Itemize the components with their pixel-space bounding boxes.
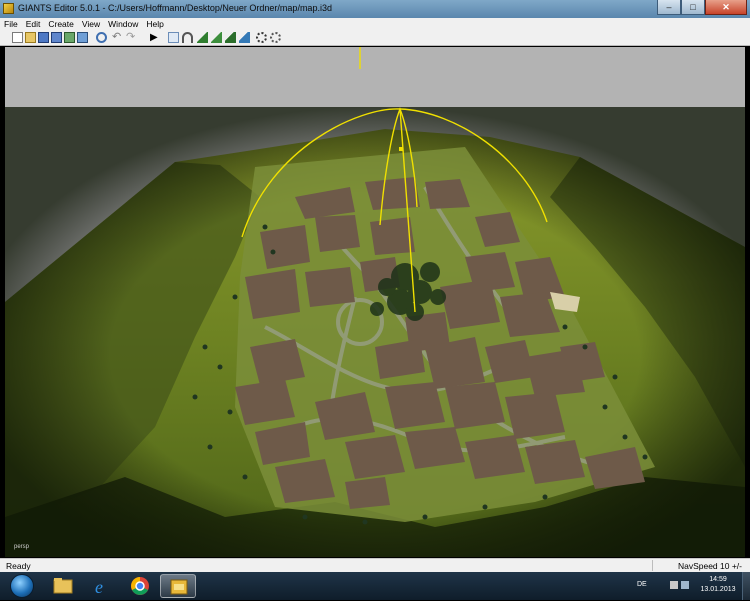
menu-window[interactable]: Window bbox=[104, 18, 142, 30]
start-button[interactable] bbox=[10, 574, 34, 598]
3d-viewport[interactable]: persp bbox=[5, 47, 745, 557]
giants-editor-icon bbox=[170, 579, 188, 595]
status-text: Ready bbox=[6, 561, 31, 571]
menu-view[interactable]: View bbox=[78, 18, 104, 30]
minimize-button[interactable]: – bbox=[657, 0, 681, 15]
network-icon[interactable] bbox=[681, 581, 689, 589]
clock[interactable]: 14:59 13.01.2013 bbox=[697, 575, 739, 595]
chrome-icon bbox=[131, 577, 149, 595]
language-indicator[interactable]: DE bbox=[637, 581, 647, 588]
menu-edit[interactable]: Edit bbox=[22, 18, 45, 30]
close-button[interactable]: ✕ bbox=[705, 0, 747, 15]
redo-icon[interactable]: ↷ bbox=[126, 32, 137, 43]
select-icon[interactable] bbox=[168, 32, 179, 43]
giants-editor-app-icon[interactable] bbox=[3, 3, 14, 14]
placement-icon[interactable] bbox=[239, 32, 250, 43]
open-icon[interactable] bbox=[25, 32, 36, 43]
toolbar: ↶ ↷ ▶ bbox=[0, 30, 750, 46]
title-bar: GIANTS Editor 5.0.1 - C:/Users/Hoffmann/… bbox=[0, 0, 750, 18]
save-icon[interactable] bbox=[38, 32, 49, 43]
show-desktop-button[interactable] bbox=[742, 572, 750, 600]
google-chrome-button[interactable] bbox=[122, 574, 158, 598]
save-as-icon[interactable] bbox=[51, 32, 62, 43]
undo-icon[interactable]: ↶ bbox=[112, 32, 123, 43]
play-icon[interactable]: ▶ bbox=[150, 32, 161, 43]
status-divider bbox=[652, 560, 653, 571]
terrain-sculpt-icon[interactable] bbox=[197, 32, 208, 43]
status-bar: Ready NavSpeed 10 +/- bbox=[0, 558, 750, 572]
menu-help[interactable]: Help bbox=[142, 18, 167, 30]
windows-explorer-button[interactable] bbox=[45, 574, 81, 598]
svg-text:e: e bbox=[95, 577, 103, 597]
gizmo-pivot[interactable] bbox=[399, 147, 403, 151]
reload-icon[interactable] bbox=[96, 32, 107, 43]
internet-explorer-icon: e bbox=[95, 577, 103, 597]
giants-editor-button[interactable] bbox=[160, 574, 196, 598]
terrain-paint-icon[interactable] bbox=[211, 32, 222, 43]
nav-speed: NavSpeed 10 +/- bbox=[677, 561, 742, 571]
settings-icon[interactable] bbox=[270, 32, 281, 43]
terrain-scene bbox=[5, 47, 745, 557]
maximize-button[interactable]: □ bbox=[681, 0, 705, 15]
import-icon[interactable] bbox=[77, 32, 88, 43]
camera-label: persp bbox=[14, 544, 30, 550]
menu-file[interactable]: File bbox=[0, 18, 22, 30]
internet-explorer-button[interactable]: e bbox=[84, 574, 120, 598]
export-icon[interactable] bbox=[64, 32, 75, 43]
folder-icon bbox=[53, 578, 73, 594]
menu-create[interactable]: Create bbox=[44, 18, 78, 30]
new-icon[interactable] bbox=[12, 32, 23, 43]
clock-date: 13.01.2013 bbox=[700, 586, 736, 593]
foliage-paint-icon[interactable] bbox=[225, 32, 236, 43]
action-center-icon[interactable] bbox=[670, 581, 678, 589]
window-title: GIANTS Editor 5.0.1 - C:/Users/Hoffmann/… bbox=[18, 3, 332, 13]
magnet-icon[interactable] bbox=[182, 32, 193, 43]
window-controls: – □ ✕ bbox=[657, 0, 747, 16]
snap-icon[interactable] bbox=[256, 32, 267, 43]
menu-bar: File Edit Create View Window Help bbox=[0, 18, 750, 30]
taskbar: e DE 14:59 13.01.2013 bbox=[0, 572, 750, 600]
clock-time: 14:59 bbox=[709, 576, 727, 583]
